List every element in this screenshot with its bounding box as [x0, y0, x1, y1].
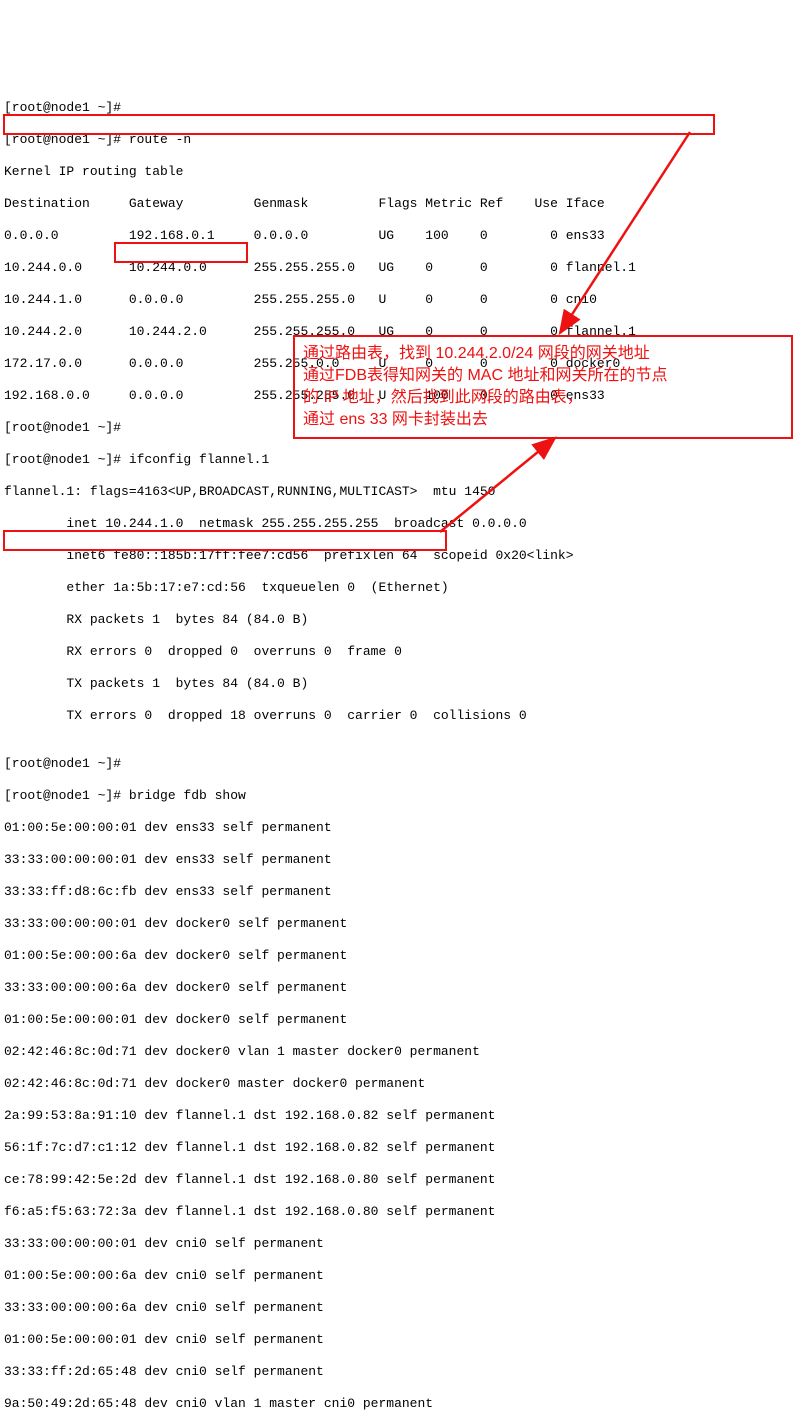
fdb-row: 01:00:5e:00:00:01 dev cni0 self permanen… — [4, 1332, 807, 1348]
ifconfig-line: TX packets 1 bytes 84 (84.0 B) — [4, 676, 807, 692]
ifconfig-line: flannel.1: flags=4163<UP,BROADCAST,RUNNI… — [4, 484, 807, 500]
cmd-bridge-fdb: [root@node1 ~]# bridge fdb show — [4, 788, 807, 804]
callout-line: 通过 ens 33 网卡封装出去 — [303, 409, 783, 431]
prompt: [root@node1 ~]# — [4, 756, 807, 772]
ifconfig-line: ether 1a:5b:17:e7:cd:56 txqueuelen 0 (Et… — [4, 580, 807, 596]
callout-line: 通过FDB表得知网关的 MAC 地址和网关所在的节点 — [303, 365, 783, 387]
ifconfig-line: RX packets 1 bytes 84 (84.0 B) — [4, 612, 807, 628]
fdb-row: 33:33:00:00:00:01 dev ens33 self permane… — [4, 852, 807, 868]
route-header: Kernel IP routing table — [4, 164, 807, 180]
route-row: 10.244.1.0 0.0.0.0 255.255.255.0 U 0 0 0… — [4, 292, 807, 308]
fdb-row: ce:78:99:42:5e:2d dev flannel.1 dst 192.… — [4, 1172, 807, 1188]
terminal-output: [root@node1 ~]# [root@node1 ~]# route -n… — [4, 84, 807, 1416]
fdb-row: 02:42:46:8c:0d:71 dev docker0 master doc… — [4, 1076, 807, 1092]
annotation-callout: 通过路由表，找到 10.244.2.0/24 网段的网关地址 通过FDB表得知网… — [293, 335, 793, 439]
fdb-row: 33:33:00:00:00:01 dev docker0 self perma… — [4, 916, 807, 932]
cmd-ifconfig: [root@node1 ~]# ifconfig flannel.1 — [4, 452, 807, 468]
route-row: 10.244.0.0 10.244.0.0 255.255.255.0 UG 0… — [4, 260, 807, 276]
fdb-row: 56:1f:7c:d7:c1:12 dev flannel.1 dst 192.… — [4, 1140, 807, 1156]
fdb-row: 33:33:00:00:00:6a dev docker0 self perma… — [4, 980, 807, 996]
fdb-row: 01:00:5e:00:00:01 dev ens33 self permane… — [4, 820, 807, 836]
ifconfig-line: RX errors 0 dropped 0 overruns 0 frame 0 — [4, 644, 807, 660]
fdb-row: 33:33:00:00:00:6a dev cni0 self permanen… — [4, 1300, 807, 1316]
fdb-row: 2a:99:53:8a:91:10 dev flannel.1 dst 192.… — [4, 1108, 807, 1124]
callout-line: 的 IP 地址，然后找到此网段的路由表， — [303, 387, 783, 409]
fdb-row: 33:33:ff:d8:6c:fb dev ens33 self permane… — [4, 884, 807, 900]
callout-line: 通过路由表，找到 10.244.2.0/24 网段的网关地址 — [303, 343, 783, 365]
route-cols: Destination Gateway Genmask Flags Metric… — [4, 196, 807, 212]
fdb-row: 01:00:5e:00:00:6a dev cni0 self permanen… — [4, 1268, 807, 1284]
cmd-route: [root@node1 ~]# route -n — [4, 132, 807, 148]
ifconfig-line: inet6 fe80::185b:17ff:fee7:cd56 prefixle… — [4, 548, 807, 564]
fdb-row: 02:42:46:8c:0d:71 dev docker0 vlan 1 mas… — [4, 1044, 807, 1060]
fdb-row: 9a:50:49:2d:65:48 dev cni0 vlan 1 master… — [4, 1396, 807, 1412]
fdb-row: 01:00:5e:00:00:01 dev docker0 self perma… — [4, 1012, 807, 1028]
fdb-row: 33:33:ff:2d:65:48 dev cni0 self permanen… — [4, 1364, 807, 1380]
fdb-row: 33:33:00:00:00:01 dev cni0 self permanen… — [4, 1236, 807, 1252]
route-row: 0.0.0.0 192.168.0.1 0.0.0.0 UG 100 0 0 e… — [4, 228, 807, 244]
fdb-row: f6:a5:f5:63:72:3a dev flannel.1 dst 192.… — [4, 1204, 807, 1220]
ifconfig-line: inet 10.244.1.0 netmask 255.255.255.255 … — [4, 516, 807, 532]
fdb-row: 01:00:5e:00:00:6a dev docker0 self perma… — [4, 948, 807, 964]
ifconfig-line: TX errors 0 dropped 18 overruns 0 carrie… — [4, 708, 807, 724]
prompt: [root@node1 ~]# — [4, 100, 807, 116]
